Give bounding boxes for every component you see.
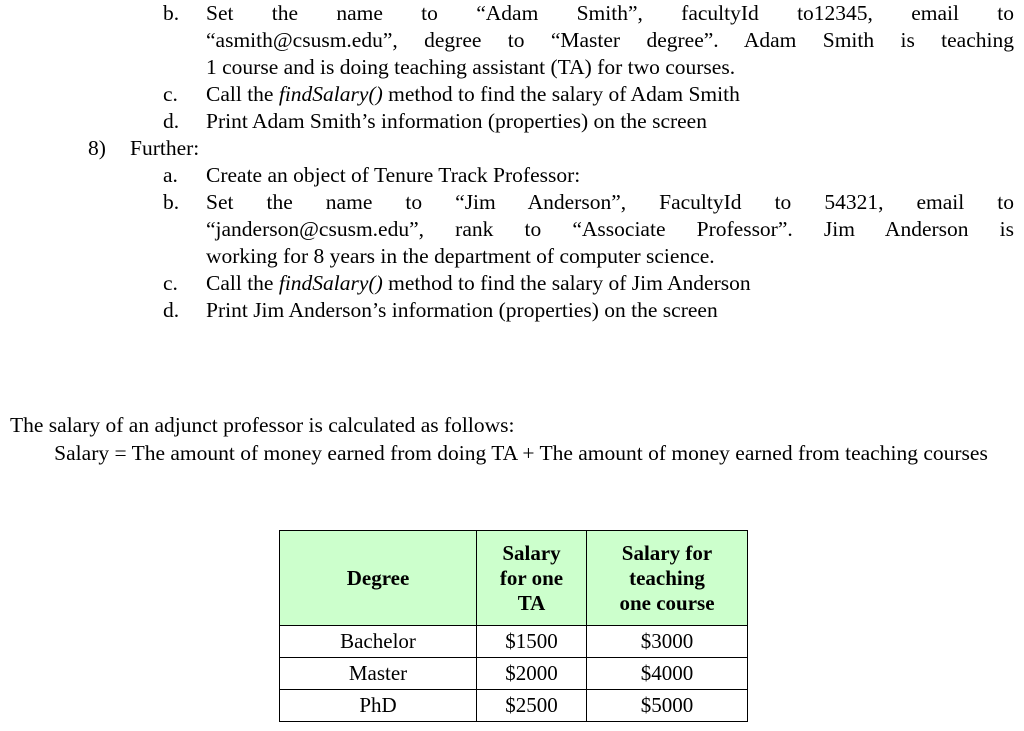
list-item: d. Print Jim Anderson’s information (pro… <box>0 297 1024 324</box>
column-header-degree: Degree <box>279 530 477 626</box>
text-before-method: Call the <box>206 82 279 106</box>
text-after-method: method to find the salary of Jim Anderso… <box>382 271 751 295</box>
list-item-text: Call the findSalary() method to find the… <box>206 81 1014 108</box>
text-after-method: method to find the salary of Adam Smith <box>382 82 740 106</box>
table-header: Degree Salary for one TA Salary for teac… <box>279 530 748 626</box>
list-marker: d. <box>163 298 180 322</box>
list-marker: b. <box>163 1 180 25</box>
cell-salary-course: $4000 <box>586 657 748 690</box>
method-name: findSalary() <box>278 82 383 106</box>
list-item: b. Set the name to “Jim Anderson”, Facul… <box>0 189 1024 270</box>
list-marker: 8) <box>88 136 106 160</box>
header-line: teaching <box>629 565 705 590</box>
cell-degree: Bachelor <box>279 625 477 658</box>
justified-line: “janderson@csusm.edu”, rank to “Associat… <box>206 217 1014 241</box>
justified-line: 1 course and is doing teaching assistant… <box>206 55 736 79</box>
assignment-outline: b. Set the name to “Adam Smith”, faculty… <box>0 0 1024 324</box>
list-item-text: Print Adam Smith’s information (properti… <box>206 109 707 133</box>
salary-formula-block: The salary of an adjunct professor is ca… <box>0 411 1024 467</box>
cell-degree: PhD <box>279 689 477 722</box>
header-line: TA <box>517 590 546 615</box>
list-item-text: Further: <box>130 136 200 160</box>
justified-line: “asmith@csusm.edu”, degree to “Master de… <box>206 28 1014 52</box>
table-row: PhD $2500 $5000 <box>279 689 748 722</box>
list-item-text: Create an object of Tenure Track Profess… <box>206 163 581 187</box>
header-line: one course <box>619 590 715 615</box>
table-body: Bachelor $1500 $3000 Master $2000 $4000 … <box>279 625 748 722</box>
list-item-text: Set the name to “Jim Anderson”, FacultyI… <box>206 189 1014 270</box>
list-item: a. Create an object of Tenure Track Prof… <box>0 162 1024 189</box>
document-page: b. Set the name to “Adam Smith”, faculty… <box>0 0 1024 731</box>
salary-table-container: Degree Salary for one TA Salary for teac… <box>279 530 748 722</box>
list-item-text: Call the findSalary() method to find the… <box>206 270 1014 297</box>
column-header-salary-one-ta: Salary for one TA <box>476 530 587 626</box>
cell-salary-ta: $2500 <box>476 689 587 722</box>
column-header-salary-teaching-one-course: Salary for teaching one course <box>586 530 748 626</box>
cell-salary-course: $3000 <box>586 625 748 658</box>
cell-salary-ta: $2000 <box>476 657 587 690</box>
header-line: for one <box>499 565 564 590</box>
list-item: c. Call the findSalary() method to find … <box>0 270 1024 297</box>
list-item: b. Set the name to “Adam Smith”, faculty… <box>0 0 1024 81</box>
list-marker: c. <box>163 271 178 295</box>
justified-line: Set the name to “Adam Smith”, facultyId … <box>206 1 1014 25</box>
list-item: d. Print Adam Smith’s information (prope… <box>0 108 1024 135</box>
text-before-method: Call the <box>206 271 279 295</box>
justified-line: Set the name to “Jim Anderson”, FacultyI… <box>206 190 1014 214</box>
cell-salary-course: $5000 <box>586 689 748 722</box>
header-line: Salary for <box>621 540 713 565</box>
list-marker: a. <box>163 163 178 187</box>
table-row: Master $2000 $4000 <box>279 657 748 690</box>
cell-degree: Master <box>279 657 477 690</box>
header-line: Degree <box>346 565 410 590</box>
list-item-numbered: 8) Further: <box>0 135 1024 162</box>
justified-line: working for 8 years in the department of… <box>206 244 715 268</box>
cell-salary-ta: $1500 <box>476 625 587 658</box>
table-header-row: Degree Salary for one TA Salary for teac… <box>279 530 748 626</box>
table-row: Bachelor $1500 $3000 <box>279 625 748 658</box>
list-item-text: Print Jim Anderson’s information (proper… <box>206 298 718 322</box>
salary-intro-text: The salary of an adjunct professor is ca… <box>10 413 515 437</box>
list-marker: c. <box>163 82 178 106</box>
header-line: Salary <box>502 540 561 565</box>
list-item: c. Call the findSalary() method to find … <box>0 81 1024 108</box>
list-marker: b. <box>163 190 180 214</box>
list-item-text: Set the name to “Adam Smith”, facultyId … <box>206 0 1014 81</box>
salary-table: Degree Salary for one TA Salary for teac… <box>279 530 748 722</box>
list-marker: d. <box>163 109 180 133</box>
method-name: findSalary() <box>278 271 383 295</box>
salary-formula-text: Salary = The amount of money earned from… <box>54 441 988 465</box>
